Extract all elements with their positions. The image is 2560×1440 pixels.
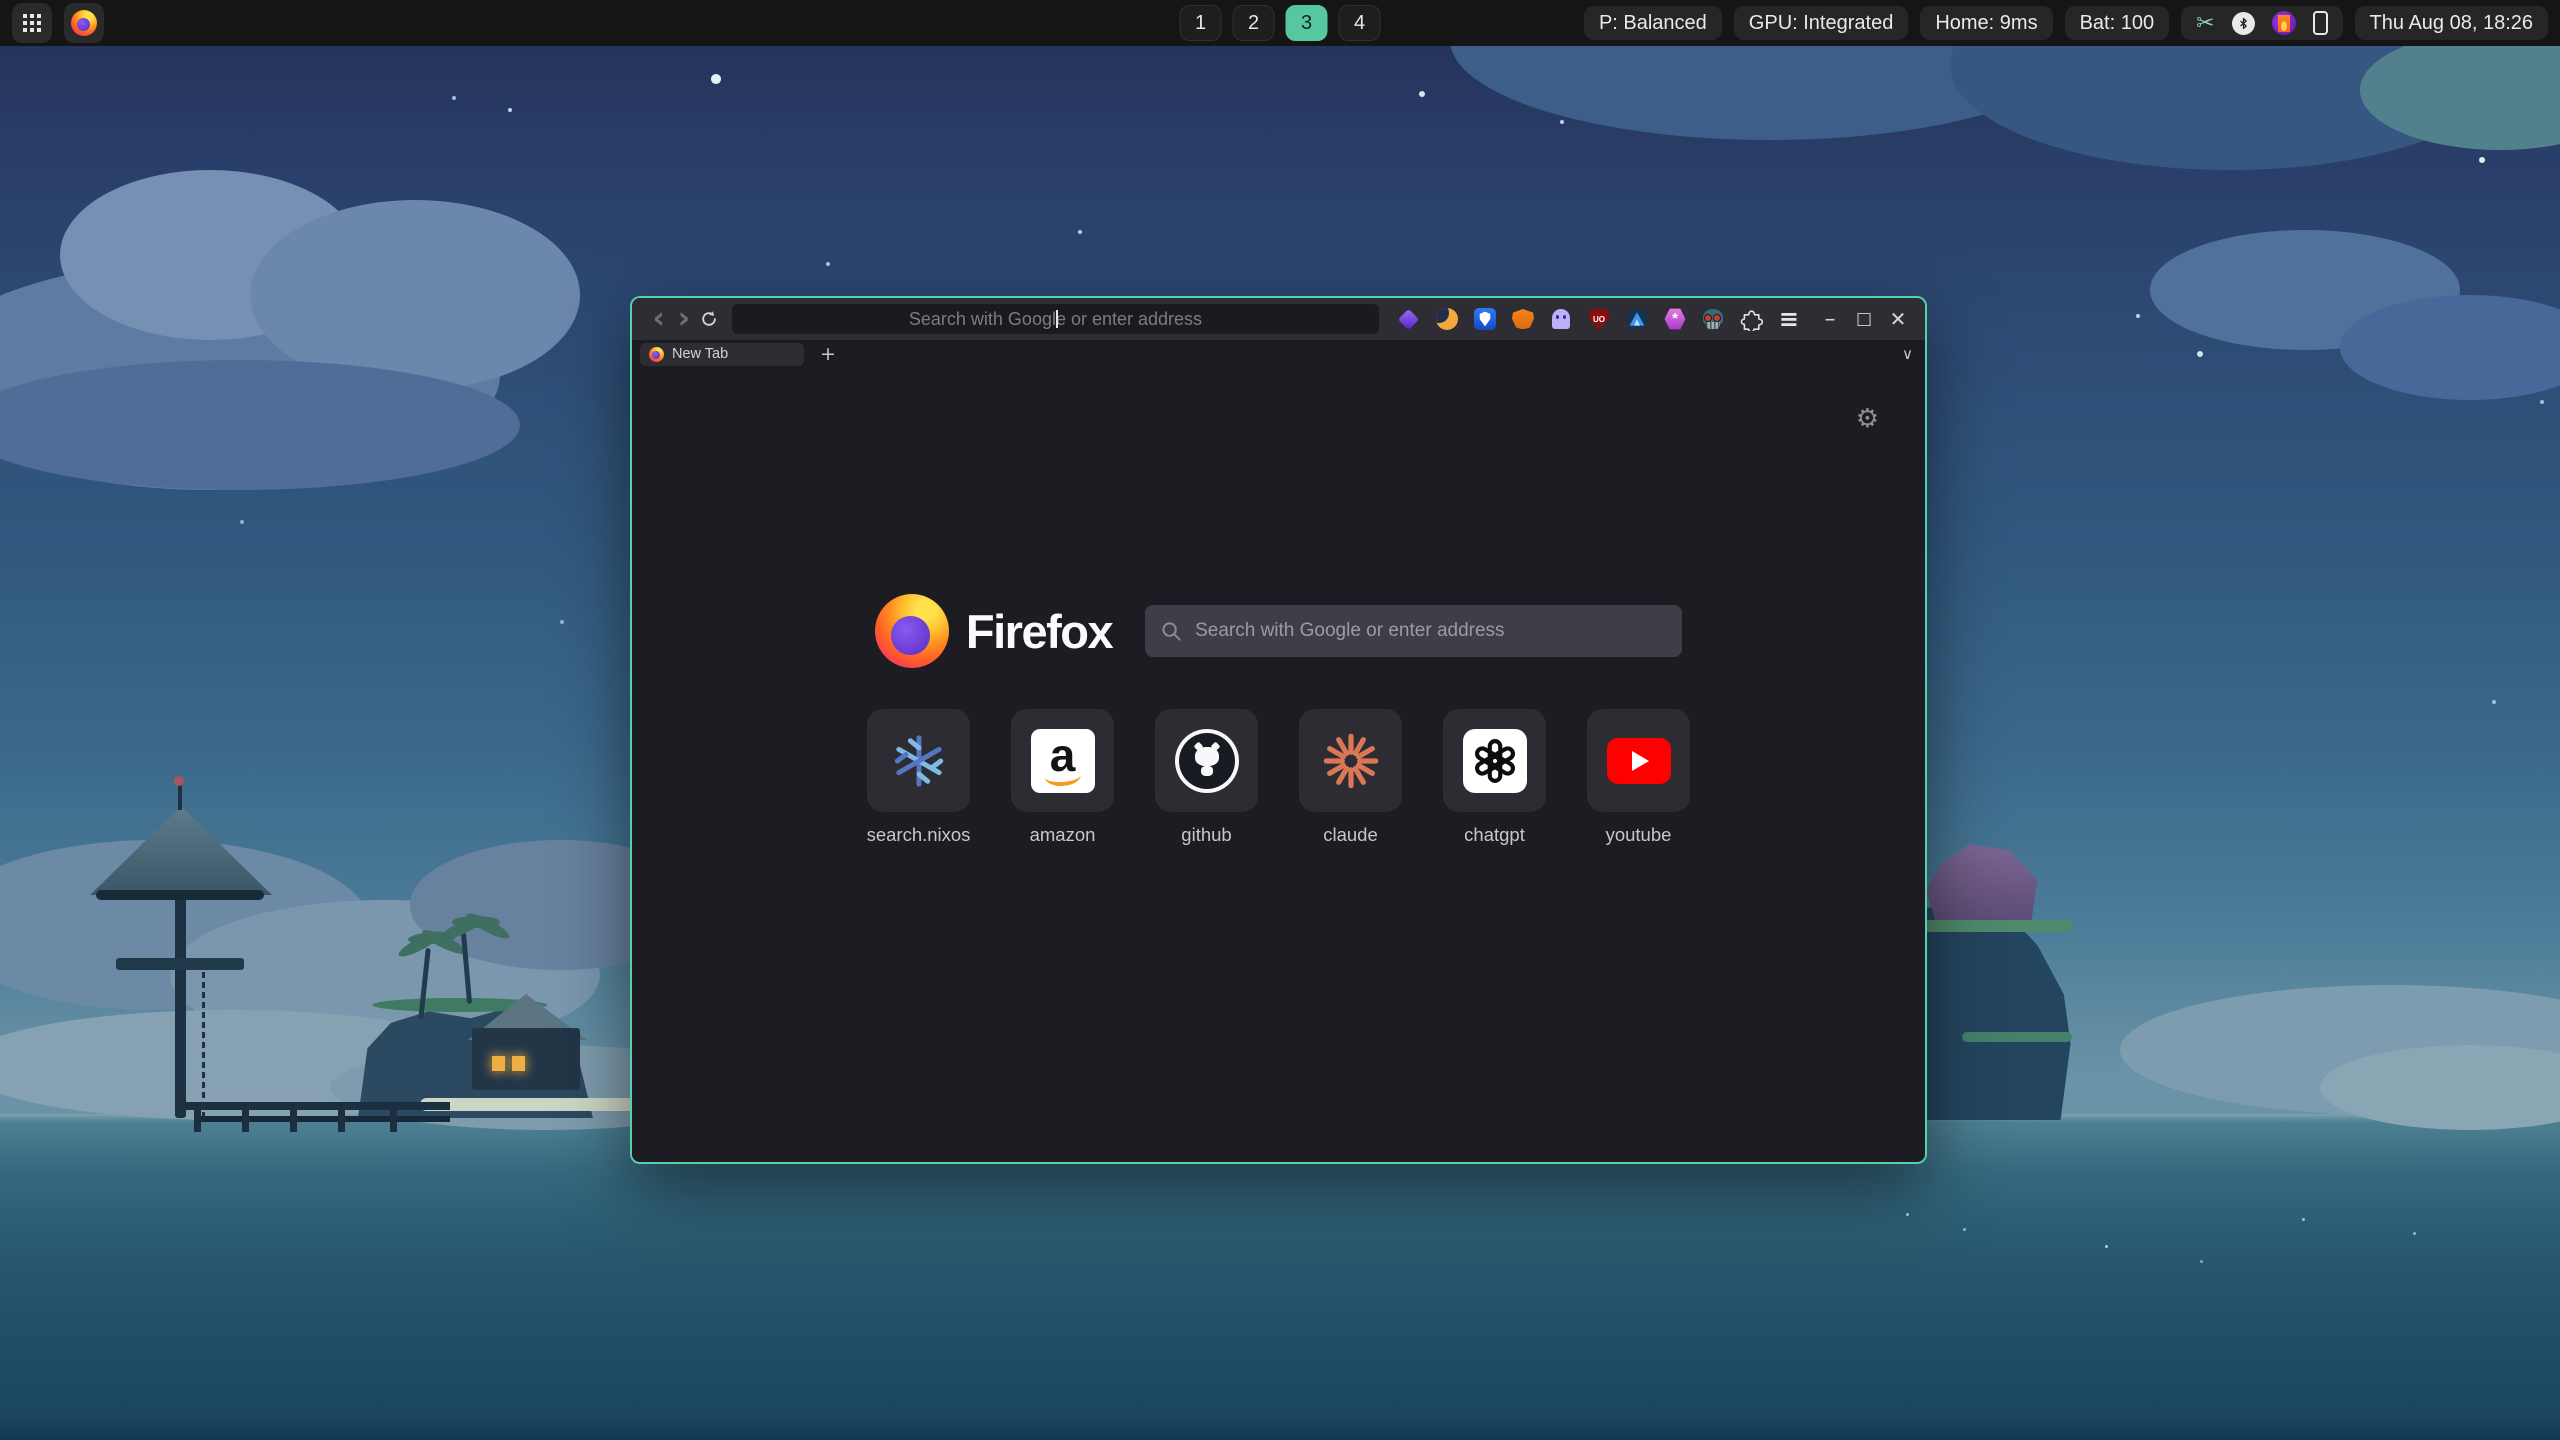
firefox-window: ‹ › Search with Google or enter address … [630,296,1927,1164]
watchtower-chain [202,972,205,1120]
pier [185,1102,450,1110]
ping-pill[interactable]: Home: 9ms [1920,6,2052,40]
shortcut-amazon[interactable]: a amazon [1011,709,1114,846]
shortcut-tiles: search.nixos a amazon [632,709,1925,846]
shortcut-label: search.nixos [867,824,971,846]
newtab-search-input[interactable]: Search with Google or enter address [1145,605,1682,657]
shortcut-label: youtube [1606,824,1672,846]
firefox-icon [71,10,97,36]
youtube-play-icon [1607,738,1671,784]
spy-agent-extension-icon[interactable] [1701,307,1725,331]
back-icon: ‹ [652,306,664,332]
hamburger-menu-icon: ≡ [1779,305,1799,333]
amazon-icon: a [1031,729,1095,793]
shortcut-search-nixos[interactable]: search.nixos [867,709,970,846]
new-tab-button[interactable]: + [816,343,840,365]
clock[interactable]: Thu Aug 08, 18:26 [2355,6,2548,40]
shortcut-claude[interactable]: claude [1299,709,1402,846]
apps-grid-button[interactable] [12,3,52,43]
pink-hexagon-extension-icon[interactable]: * [1663,307,1687,331]
battery-pill[interactable]: Bat: 100 [2065,6,2170,40]
apps-grid-icon [23,14,27,18]
orange-crescent-extension-icon[interactable] [1435,307,1459,331]
bitwarden-icon[interactable] [1473,307,1497,331]
navigation-toolbar: ‹ › Search with Google or enter address … [632,298,1925,340]
reload-button[interactable] [697,306,722,332]
tab-title: New Tab [672,346,728,362]
purple-diamond-extension-icon[interactable] [1397,307,1421,331]
extensions-puzzle-icon[interactable] [1739,307,1763,331]
hut [472,1028,580,1090]
tab-strip: New Tab + ∨ [632,340,1925,368]
maximize-button[interactable]: □ [1849,305,1879,333]
url-bar[interactable]: Search with Google or enter address [732,304,1379,334]
workspace-switcher: 1 2 3 4 [1180,0,1381,46]
top-status-bar: 1 2 3 4 P: Balanced GPU: Integrated Home… [0,0,2560,46]
shortcut-label: amazon [1030,824,1096,846]
metamask-fox-icon[interactable] [1511,307,1535,331]
forward-button[interactable]: › [671,306,696,332]
workspace-1[interactable]: 1 [1180,5,1222,41]
nixos-snowflake-icon [890,732,948,790]
firefox-logo [875,594,949,668]
minimize-button[interactable]: – [1815,305,1845,333]
newtab-search-placeholder: Search with Google or enter address [1195,620,1504,642]
app-menu-button[interactable]: ≡ [1777,307,1801,331]
newtab-settings-gear-icon[interactable]: ⚙ [1856,404,1879,434]
claude-starburst-icon [1322,732,1380,790]
list-all-tabs-chevron[interactable]: ∨ [1902,345,1913,363]
watchtower-platform [116,958,244,970]
window-controls: – □ ✕ [1815,305,1913,333]
shortcut-label: chatgpt [1464,824,1525,846]
watchtower-pole [175,862,186,1118]
reload-icon [699,309,719,329]
ghostery-ghost-icon[interactable] [1549,307,1573,331]
workspace-4[interactable]: 4 [1339,5,1381,41]
firefox-launcher-button[interactable] [64,3,104,43]
scissors-icon[interactable]: ✂ [2196,11,2214,36]
workspace-2[interactable]: 2 [1233,5,1275,41]
shortcut-github[interactable]: github [1155,709,1258,846]
forward-icon: › [678,306,690,332]
newtab-hero: Firefox Search with Google or enter addr… [632,594,1925,668]
shortcut-label: github [1181,824,1231,846]
text-caret [1056,310,1058,328]
glowing-window [492,1056,505,1071]
bluetooth-icon[interactable] [2232,12,2255,35]
power-profile-pill[interactable]: P: Balanced [1584,6,1722,40]
island-with-watchtower [90,780,710,1150]
phone-icon[interactable] [2313,11,2328,35]
shortcut-label: claude [1323,824,1378,846]
active-tab[interactable]: New Tab [640,343,804,366]
back-button[interactable]: ‹ [646,306,671,332]
firefox-favicon [649,347,664,362]
github-octocat-icon [1175,729,1239,793]
right-cliff [1922,820,2172,1120]
status-modules: P: Balanced GPU: Integrated Home: 9ms Ba… [1584,6,2560,40]
workspace-3-active[interactable]: 3 [1286,5,1328,41]
shortcut-youtube[interactable]: youtube [1587,709,1690,846]
close-button[interactable]: ✕ [1883,305,1913,333]
flame-icon[interactable] [2272,11,2296,35]
nordvpn-icon[interactable] [1625,307,1649,331]
ublock-origin-icon[interactable]: UO [1587,307,1611,331]
shortcut-chatgpt[interactable]: chatgpt [1443,709,1546,846]
extension-buttons: UO * ≡ [1397,307,1801,331]
system-tray: ✂ [2181,6,2342,40]
firefox-wordmark: Firefox [966,604,1112,659]
search-icon [1161,621,1182,642]
urlbar-placeholder: Search with Google or enter address [909,309,1202,330]
newtab-page: ⚙ Firefox Search with Google or enter ad… [632,368,1925,1162]
chatgpt-openai-icon [1463,729,1527,793]
gpu-pill[interactable]: GPU: Integrated [1734,6,1909,40]
glowing-window [512,1056,525,1071]
